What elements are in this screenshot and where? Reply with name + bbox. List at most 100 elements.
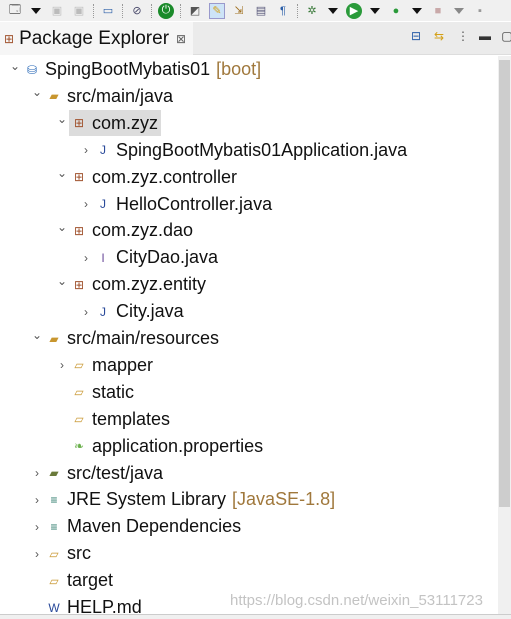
tab-package-explorer[interactable]: ⊞ Package Explorer ⊠ <box>0 22 193 55</box>
tree-item[interactable]: ▱ target <box>0 568 113 594</box>
run-icon[interactable]: ▶ <box>346 2 362 19</box>
chevron-down-icon[interactable]: ⌄ <box>55 166 69 180</box>
scrollbar-thumb[interactable] <box>499 60 510 507</box>
chevron-down-icon[interactable]: ⌄ <box>30 85 44 99</box>
library-icon: ≡ <box>50 519 58 534</box>
library-icon: ≡ <box>50 492 58 507</box>
package-icon: ⊞ <box>73 116 85 131</box>
save-all-icon[interactable]: ▣ <box>71 3 87 19</box>
skip-breakpoints-icon[interactable]: ⊘ <box>129 3 145 19</box>
terminal-icon[interactable]: ▭ <box>100 3 116 19</box>
tree-item[interactable]: › J HelloController.java <box>0 191 272 217</box>
chevron-right-icon[interactable]: › <box>30 547 44 561</box>
java-file-icon: J <box>100 143 106 158</box>
open-type-icon[interactable]: ◩ <box>187 3 203 19</box>
chevron-right-icon[interactable]: › <box>30 520 44 534</box>
spring-boot-icon[interactable]: ⏻ <box>158 2 174 19</box>
maximize-icon[interactable]: ▢ <box>499 28 511 44</box>
run-external-tool-icon[interactable]: ● <box>388 3 404 19</box>
chevron-right-icon[interactable]: › <box>79 251 93 265</box>
save-icon[interactable]: ▣ <box>49 3 65 19</box>
tree-item[interactable]: › ≡ JRE System Library [JavaSE-1.8] <box>0 487 335 513</box>
block-selection-icon[interactable]: ▤ <box>253 3 269 19</box>
vertical-scrollbar[interactable] <box>498 56 511 619</box>
debug-icon[interactable]: ✲ <box>304 3 320 19</box>
tree-item-label: JRE System Library <box>67 489 227 510</box>
close-icon[interactable]: ⊠ <box>176 32 186 46</box>
tree-item-label: com.zyz.controller <box>92 166 238 187</box>
tree-item[interactable]: ❧ application.properties <box>0 433 263 459</box>
chevron-right-icon[interactable]: › <box>79 305 93 319</box>
external-tool-dropdown[interactable] <box>412 7 422 14</box>
show-whitespace-icon[interactable]: ¶ <box>275 3 291 19</box>
folder-icon: ▱ <box>74 358 84 373</box>
chevron-right-icon[interactable]: › <box>30 493 44 507</box>
new-dropdown[interactable] <box>31 7 41 14</box>
tree-item-label: src/main/resources <box>67 328 220 348</box>
tree-item[interactable]: › ▰ src/test/java <box>0 460 163 486</box>
bottom-border <box>0 614 511 619</box>
spring-properties-icon: ❧ <box>73 439 85 454</box>
minimize-icon[interactable]: ▬ <box>477 28 493 44</box>
folder-icon: ▱ <box>74 412 84 427</box>
tree-item-label: src <box>67 543 91 564</box>
tree-item[interactable]: ⌄ ⊞ com.zyz.dao <box>0 218 193 244</box>
package-icon: ⊞ <box>73 277 85 292</box>
tree-item-label: City.java <box>116 301 184 322</box>
tree-item[interactable]: ⌄ ⊞ com.zyz <box>57 110 161 137</box>
main-toolbar: 🗔 ▣ ▣ ▭ ⊘ ⏻ ◩ ✎ ⇲ ▤ ¶ ✲ ▶ ● ■ ▪ <box>0 0 511 21</box>
chevron-right-icon[interactable]: › <box>55 358 69 372</box>
separator <box>122 3 123 18</box>
stop-icon[interactable]: ■ <box>430 3 446 19</box>
maven-project-icon: ⛁ <box>26 62 38 77</box>
folder-icon: ▱ <box>49 573 59 588</box>
chevron-right-icon[interactable]: › <box>30 466 44 480</box>
chevron-down-icon[interactable]: ⌄ <box>55 220 69 234</box>
next-annotation-icon[interactable]: ⇲ <box>231 3 247 19</box>
tree-item-label: Maven Dependencies <box>67 516 242 537</box>
chevron-down-icon[interactable]: ⌄ <box>55 112 69 126</box>
tree-item[interactable]: › J SpingBootMybatis01Application.java <box>0 137 407 163</box>
separator <box>93 3 94 18</box>
package-explorer-icon: ⊞ <box>4 31 15 46</box>
view-header: ⊞ Package Explorer ⊠ ⊟ ⇆ ⋮ ▬ ▢ <box>0 22 511 55</box>
tree-item[interactable]: › ▱ mapper <box>0 352 153 378</box>
console-icon[interactable]: ▪ <box>472 3 488 19</box>
tree-item-label: SpingBootMybatis01 <box>45 59 211 79</box>
link-with-editor-icon[interactable]: ⇆ <box>431 28 447 44</box>
tree-item[interactable]: ⌄ ▰ src/main/resources <box>0 326 219 352</box>
tree-item[interactable]: ⌄ ⛁ SpingBootMybatis01 [boot] <box>0 57 261 83</box>
tree-item-label: com.zyz.dao <box>92 220 194 241</box>
chevron-right-icon[interactable]: › <box>79 197 93 211</box>
tree-item[interactable]: › ≡ Maven Dependencies <box>0 514 241 540</box>
tree-item[interactable]: › ▱ src <box>0 541 91 567</box>
tree-item-label: target <box>67 570 114 591</box>
tree-item[interactable]: ▱ static <box>0 379 134 405</box>
tree-item-label: com.zyz <box>92 112 159 133</box>
tree-item[interactable]: ⌄ ▰ src/main/java <box>0 83 173 109</box>
test-source-folder-icon: ▰ <box>49 466 59 480</box>
chevron-down-icon[interactable]: ⌄ <box>8 59 22 73</box>
tree-item-decoration: [boot] <box>216 59 262 79</box>
chevron-down-icon[interactable]: ⌄ <box>55 274 69 288</box>
toggle-mark-occurrences-icon[interactable]: ✎ <box>209 2 225 19</box>
chevron-right-icon[interactable]: › <box>79 143 93 157</box>
tree-item-label: mapper <box>92 354 154 375</box>
tree-item-label: SpingBootMybatis01Application.java <box>116 139 408 160</box>
chevron-down-icon[interactable]: ⌄ <box>30 328 44 342</box>
tree-item[interactable]: ⌄ ⊞ com.zyz.controller <box>0 164 237 190</box>
tree-item[interactable]: ⌄ ⊞ com.zyz.entity <box>0 272 206 298</box>
collapse-all-icon[interactable]: ⊟ <box>408 28 424 44</box>
tree-item[interactable]: › J City.java <box>0 299 184 325</box>
source-folder-icon: ▰ <box>49 89 59 104</box>
view-menu-icon[interactable]: ⋮ <box>455 28 471 44</box>
tree-item[interactable]: ▱ templates <box>0 406 170 432</box>
run-dropdown[interactable] <box>370 7 380 14</box>
new-wizard-icon[interactable]: 🗔 <box>7 3 23 19</box>
java-file-icon: J <box>100 197 106 211</box>
separator <box>151 3 152 18</box>
stop-dropdown[interactable] <box>454 7 464 14</box>
debug-dropdown[interactable] <box>328 7 338 14</box>
view-title: Package Explorer <box>19 27 170 49</box>
tree-item[interactable]: › I CityDao.java <box>0 245 218 271</box>
